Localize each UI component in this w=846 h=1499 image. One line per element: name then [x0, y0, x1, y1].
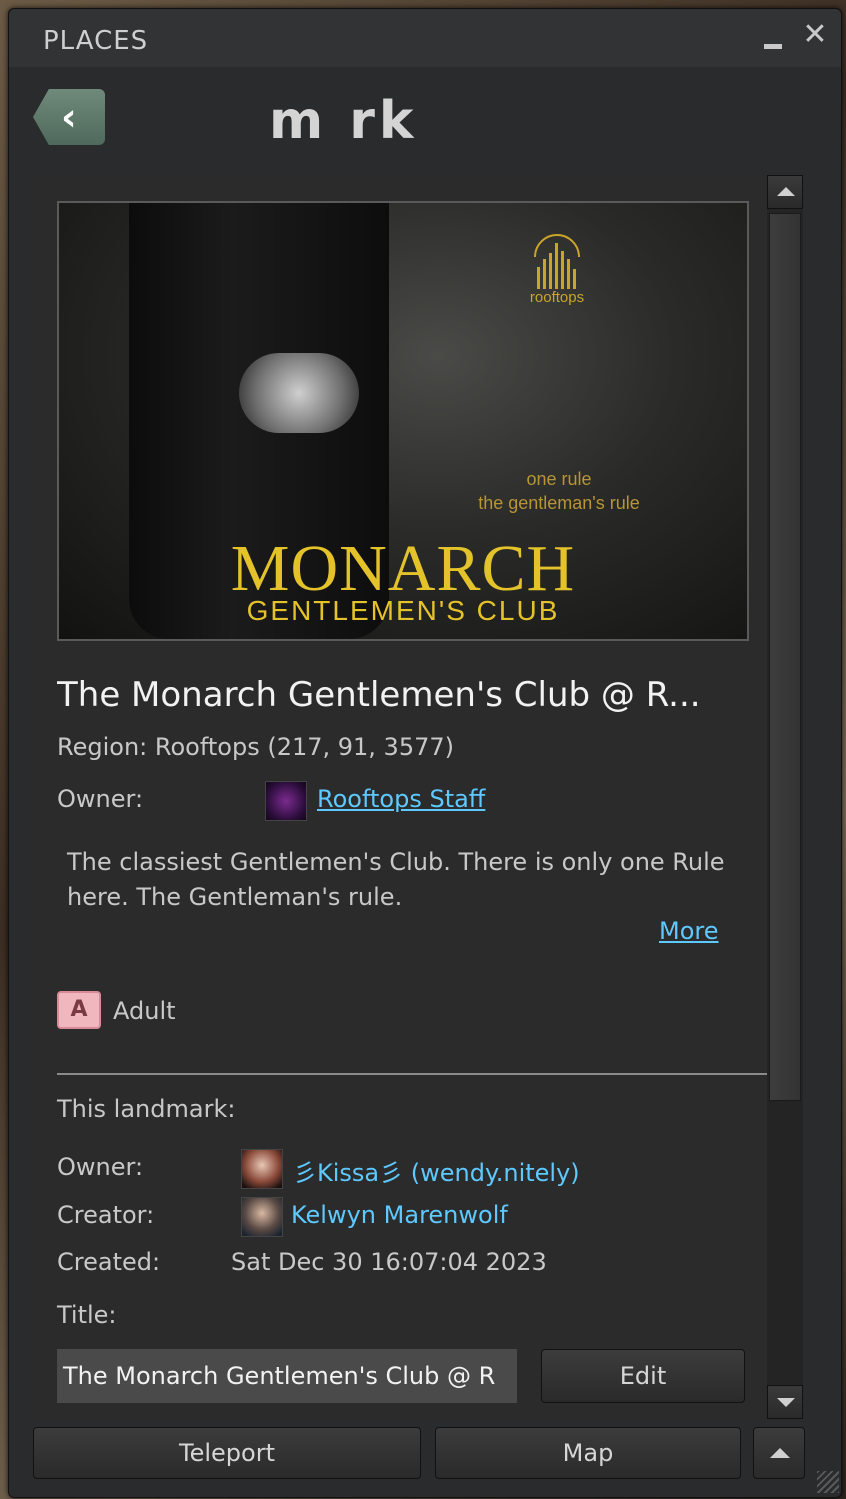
landmark-title-field[interactable]: The Monarch Gentlemen's Club @ R — [57, 1349, 517, 1403]
place-description: The classiest Gentlemen's Club. There is… — [67, 848, 725, 911]
snapshot-tagline-1: one rule — [526, 469, 592, 489]
vertical-scrollbar[interactable] — [767, 175, 803, 1419]
creator-label: Creator: — [57, 1201, 155, 1229]
snapshot-tagline-2: the gentleman's rule — [478, 493, 640, 513]
back-arrow-icon: ‹ — [61, 95, 77, 139]
creator-avatar[interactable] — [241, 1197, 283, 1237]
title-bar[interactable]: PLACES ✕ — [9, 9, 841, 67]
teleport-button[interactable]: Teleport — [33, 1427, 421, 1479]
more-link[interactable]: More — [659, 917, 719, 945]
more-options-button[interactable] — [753, 1427, 805, 1479]
landmark-owner-avatar[interactable] — [241, 1149, 283, 1189]
places-floater: PLACES ✕ ‹ m rk rooftops one rule the ge — [8, 8, 842, 1498]
maturity-label: Adult — [113, 997, 176, 1025]
created-value: Sat Dec 30 16:07:04 2023 — [231, 1248, 547, 1276]
snapshot-logo-text: rooftops — [529, 289, 585, 306]
arrow-down-icon[interactable] — [767, 1385, 803, 1419]
edit-button[interactable]: Edit — [541, 1349, 745, 1403]
scroll-thumb[interactable] — [769, 213, 801, 1101]
title-label: Title: — [57, 1301, 117, 1329]
region-info: Region: Rooftops (217, 91, 3577) — [57, 733, 454, 761]
minimize-icon[interactable] — [762, 29, 786, 53]
close-icon[interactable]: ✕ — [801, 20, 829, 50]
landmark-section-label: This landmark: — [57, 1095, 236, 1123]
snapshot-brand-sub: GENTLEMEN'S CLUB — [246, 595, 560, 626]
section-divider — [57, 1073, 767, 1075]
window-title: PLACES — [43, 26, 149, 56]
place-owner-label: Owner: — [57, 785, 144, 813]
place-owner-link[interactable]: Rooftops Staff — [317, 785, 485, 813]
place-name: The Monarch Gentlemen's Club @ R... — [57, 675, 701, 715]
landmark-owner-label: Owner: — [57, 1153, 144, 1181]
rooftops-logo-icon — [534, 234, 580, 289]
back-button[interactable]: ‹ — [33, 89, 105, 145]
adult-rating-icon: A — [57, 991, 101, 1029]
header-title: m rk — [269, 91, 418, 151]
place-snapshot: rooftops one rule the gentleman's rule M… — [57, 201, 749, 641]
created-label: Created: — [57, 1248, 161, 1276]
map-button[interactable]: Map — [435, 1427, 741, 1479]
arrow-up-icon[interactable] — [767, 175, 803, 209]
resize-grip[interactable] — [817, 1471, 839, 1493]
creator-link[interactable]: Kelwyn Marenwolf — [291, 1201, 508, 1229]
landmark-owner-link[interactable]: 彡Kissa彡 (wendy.nitely) — [293, 1153, 580, 1188]
place-info-panel: rooftops one rule the gentleman's rule M… — [31, 175, 767, 1419]
snapshot-hands — [239, 353, 359, 433]
place-owner-avatar[interactable] — [265, 781, 307, 821]
